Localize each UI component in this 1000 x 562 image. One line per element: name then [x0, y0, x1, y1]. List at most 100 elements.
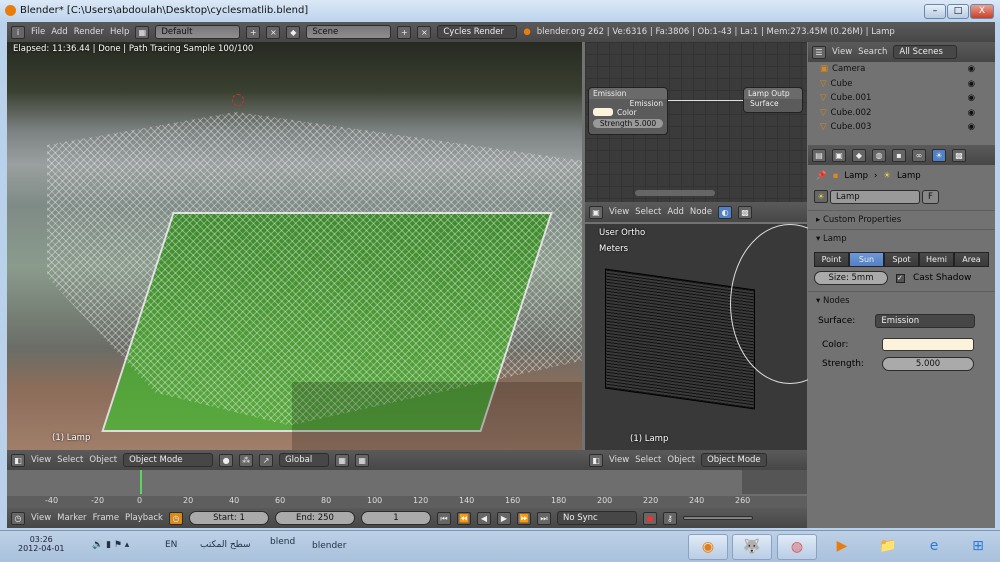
minimize-button[interactable]: –: [924, 4, 946, 19]
prev-key-icon[interactable]: ⏪: [456, 511, 471, 525]
node-editor[interactable]: Emission Emission Color Strength 5.000 L…: [585, 42, 807, 202]
remove-layout-icon[interactable]: ×: [266, 25, 281, 39]
menu-add[interactable]: Add: [51, 27, 67, 37]
desktop-toolbar[interactable]: سطح المكتب: [200, 540, 251, 550]
menu-playback[interactable]: Playback: [125, 513, 163, 523]
custom-properties-panel[interactable]: ▸ Custom Properties: [808, 210, 995, 229]
jump-end-icon[interactable]: ⏭: [536, 511, 551, 525]
sync-select[interactable]: No Sync: [556, 511, 637, 525]
menu-select[interactable]: Select: [635, 455, 661, 465]
color-swatch[interactable]: [593, 108, 613, 116]
close-button[interactable]: X: [970, 4, 994, 19]
color-field[interactable]: [882, 338, 974, 351]
3d-cursor-icon[interactable]: [232, 94, 244, 106]
menu-frame[interactable]: Frame: [93, 513, 119, 523]
lamp-panel[interactable]: ▾ Lamp: [808, 229, 995, 248]
size-field[interactable]: Size: 5mm: [814, 271, 888, 285]
world-tab-icon[interactable]: ◍: [872, 148, 886, 162]
lamp-name-field[interactable]: Lamp: [830, 190, 920, 204]
gimp-taskbar-button[interactable]: 🐺: [732, 534, 772, 560]
keying-set-icon[interactable]: ⚷: [662, 511, 677, 525]
frame-ruler[interactable]: -40 -20 0 20 40 60 80 100 120 140 160 180 200 220 240 2…: [7, 496, 807, 508]
current-frame-marker[interactable]: [140, 470, 142, 494]
end-frame-field[interactable]: End: 250: [274, 511, 355, 525]
strength-field[interactable]: Strength 5.000: [593, 119, 663, 128]
emission-node[interactable]: Emission Emission Color Strength 5.000: [588, 87, 668, 135]
render-viewport[interactable]: Elapsed: 11:36.44 | Done | Path Tracing …: [7, 42, 582, 450]
layers2-icon[interactable]: ▦: [355, 453, 370, 467]
strength-field[interactable]: 5.000: [882, 357, 974, 371]
start-button-icon[interactable]: ⊞: [958, 534, 998, 560]
object-tab-icon[interactable]: ▪: [892, 148, 906, 162]
menu-file[interactable]: File: [31, 27, 45, 37]
menu-view[interactable]: View: [31, 513, 51, 523]
horizontal-scrollbar[interactable]: [635, 190, 715, 196]
language-indicator[interactable]: EN: [165, 540, 177, 550]
add-scene-icon[interactable]: +: [397, 25, 412, 39]
play-icon[interactable]: ▶: [496, 511, 511, 525]
cast-shadow-checkbox[interactable]: ✓: [896, 273, 905, 283]
manipulator-icon[interactable]: ↗: [259, 453, 274, 467]
eye-icon[interactable]: ◉: [968, 64, 975, 74]
info-editor-icon[interactable]: i: [11, 25, 25, 39]
editor-type-icon[interactable]: ◧: [589, 453, 603, 467]
outliner-item[interactable]: ▽ Cube.003 ◉: [808, 120, 995, 135]
folder-blender[interactable]: blender: [312, 541, 346, 551]
mode-select[interactable]: Object Mode: [701, 453, 767, 467]
menu-object[interactable]: Object: [89, 455, 117, 465]
menu-view[interactable]: View: [832, 47, 852, 57]
constraints-tab-icon[interactable]: ∞: [912, 148, 926, 162]
record-icon[interactable]: ●: [642, 511, 657, 525]
media-player-icon[interactable]: ▶: [822, 534, 862, 560]
editor-type-icon[interactable]: ▤: [812, 148, 826, 162]
lamp-output-node[interactable]: Lamp Outp Surface: [743, 87, 803, 113]
firefox-taskbar-button[interactable]: ◍: [777, 534, 817, 560]
ie-icon[interactable]: e: [914, 534, 954, 560]
current-frame-field[interactable]: 1: [360, 511, 431, 525]
nodes-panel[interactable]: ▾ Nodes: [808, 291, 995, 310]
editor-type-icon[interactable]: ▣: [589, 205, 603, 219]
outliner-item[interactable]: ▣ Camera ◉: [808, 62, 995, 77]
tray-icons[interactable]: 🔊 ▮ ⚑ ▴: [92, 540, 129, 550]
add-layout-icon[interactable]: +: [246, 25, 261, 39]
menu-view[interactable]: View: [609, 207, 629, 217]
menu-node[interactable]: Node: [690, 207, 712, 217]
remove-scene-icon[interactable]: ×: [417, 25, 432, 39]
eye-icon[interactable]: ◉: [968, 79, 975, 89]
lamp-tab-icon[interactable]: ☀: [932, 148, 946, 162]
texture-nodes-icon[interactable]: ▩: [738, 205, 753, 219]
menu-select[interactable]: Select: [57, 455, 83, 465]
blender-taskbar-button[interactable]: ◉: [688, 534, 728, 560]
outliner-item[interactable]: ▽ Cube ◉: [808, 77, 995, 92]
menu-render[interactable]: Render: [74, 27, 104, 37]
lamp-type-spot[interactable]: Spot: [884, 252, 919, 267]
menu-select[interactable]: Select: [635, 207, 661, 217]
eye-icon[interactable]: ◉: [968, 93, 975, 103]
texture-tab-icon[interactable]: ▩: [952, 148, 966, 162]
surface-select[interactable]: Emission: [875, 314, 976, 328]
menu-search[interactable]: Search: [858, 47, 887, 57]
viewport-shading-icon[interactable]: ●: [219, 453, 234, 467]
layers-icon[interactable]: ▦: [335, 453, 350, 467]
clock[interactable]: 03:26 2012-04-01: [18, 535, 65, 553]
mode-select[interactable]: Object Mode: [123, 453, 214, 467]
eye-icon[interactable]: ◉: [968, 108, 975, 118]
layout-field[interactable]: Default: [155, 25, 241, 39]
start-frame-field[interactable]: Start: 1: [188, 511, 269, 525]
maximize-button[interactable]: □: [947, 4, 969, 19]
eye-icon[interactable]: ◉: [968, 122, 975, 132]
orientation-select[interactable]: Global: [279, 453, 330, 467]
editor-type-icon[interactable]: ☰: [812, 45, 826, 59]
outliner-item[interactable]: ▽ Cube.002 ◉: [808, 106, 995, 121]
next-key-icon[interactable]: ⏩: [516, 511, 531, 525]
pivot-icon[interactable]: ⁂: [239, 453, 254, 467]
lamp-type-hemi[interactable]: Hemi: [919, 252, 954, 267]
render-tab-icon[interactable]: ▣: [832, 148, 846, 162]
menu-add[interactable]: Add: [667, 207, 683, 217]
scene-tab-icon[interactable]: ◆: [852, 148, 866, 162]
menu-object[interactable]: Object: [667, 455, 695, 465]
jump-start-icon[interactable]: ⏮: [436, 511, 451, 525]
menu-view[interactable]: View: [609, 455, 629, 465]
3d-viewport[interactable]: User Ortho Meters (1) Lamp: [585, 224, 850, 450]
lamp-type-point[interactable]: Point: [814, 252, 849, 267]
